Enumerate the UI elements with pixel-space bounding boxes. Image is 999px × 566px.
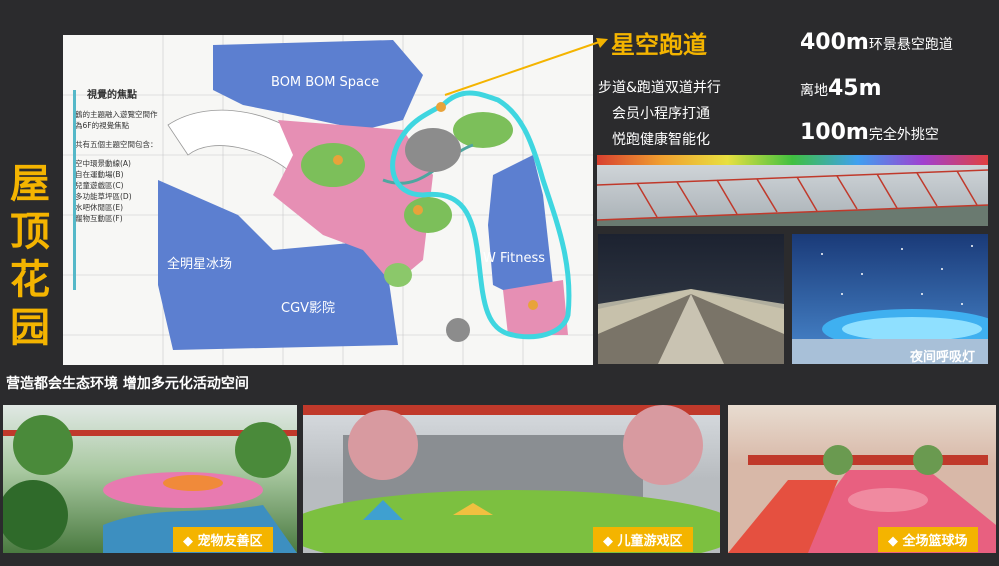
legend-item: 兒童遊戲區(C) (75, 181, 124, 190)
night-light-photo: 夜间呼吸灯 (792, 234, 988, 364)
vertical-title: 屋 顶 花 园 (6, 160, 54, 352)
tag-basketball-court: ◆ 全场篮球场 (878, 527, 978, 552)
plan-legend: 視覺的焦點 鶴的主題融入遊覽空間作為6F的視覺焦點 共有五個主題空間包含： 空中… (73, 90, 160, 290)
subtitle: 营造都会生态环境 增加多元化活动空间 (6, 376, 249, 392)
legend-desc: 鶴的主題融入遊覽空間作為6F的視覺焦點 (75, 110, 158, 130)
night-bridge-photo (598, 234, 784, 364)
title-char: 园 (10, 305, 50, 351)
stat-text: 完全外挑空 (868, 127, 939, 143)
legend-item: 多功能草坪區(D) (75, 192, 132, 201)
feature-item: 悦跑健康智能化 (612, 132, 710, 148)
legend-item: 水吧休閒區(E) (75, 203, 124, 212)
feature-item: 会员小程序打通 (612, 106, 710, 122)
bridge-perspective (598, 289, 784, 364)
tag-text: 儿童游戏区 (617, 534, 683, 549)
track-title: 星空跑道 (611, 31, 707, 59)
tag-kids-area: ◆ 儿童游戏区 (593, 527, 693, 552)
bridge-rendering (597, 155, 988, 226)
basketball-court-photo: ◆ 全场篮球场 (728, 405, 996, 553)
label-ice-rink: 全明星冰场 (167, 257, 233, 272)
label-bom-bom-space: BOM BOM Space (271, 75, 380, 90)
feature-item: 步道&跑道双道并行 (598, 80, 721, 96)
title-char: 顶 (10, 209, 50, 255)
legend-accent-bar (73, 90, 76, 290)
sky-ceiling (792, 245, 988, 364)
legend-item: 自在運動場(B) (75, 170, 124, 179)
pet-area-photo: ◆ 宠物友善区 (3, 405, 297, 553)
pointer-arrow (444, 38, 608, 96)
stat-track-length: 400m环景悬空跑道 (800, 30, 953, 55)
stat-value: 400m (800, 30, 869, 55)
stat-height: 离地45m (800, 76, 882, 101)
bridge-truss (597, 169, 988, 226)
legend-item: 空中環景動線(A) (75, 159, 131, 168)
kids-area-photo: ◆ 儿童游戏区 (303, 405, 720, 553)
tag-pet-area: ◆ 宠物友善区 (173, 527, 273, 552)
tag-text: 全场篮球场 (902, 534, 968, 549)
stat-value: 100m (800, 120, 869, 145)
legend-count: 共有五個主題空間包含： (75, 140, 158, 149)
label-w-fitness: W Fitness (483, 251, 546, 266)
night-light-label: 夜间呼吸灯 (910, 350, 976, 364)
legend-item: 寵物互動區(F) (75, 214, 123, 223)
legend-title: 視覺的焦點 (87, 90, 137, 101)
stat-value: 45m (828, 76, 882, 101)
title-char: 屋 (10, 161, 50, 207)
stat-text: 离地 (800, 83, 828, 99)
stat-text: 环景悬空跑道 (868, 37, 953, 53)
title-char: 花 (10, 257, 50, 303)
label-cgv: CGV影院 (281, 301, 336, 316)
tag-text: 宠物友善区 (197, 534, 263, 549)
stat-cantilever: 100m完全外挑空 (800, 120, 939, 145)
